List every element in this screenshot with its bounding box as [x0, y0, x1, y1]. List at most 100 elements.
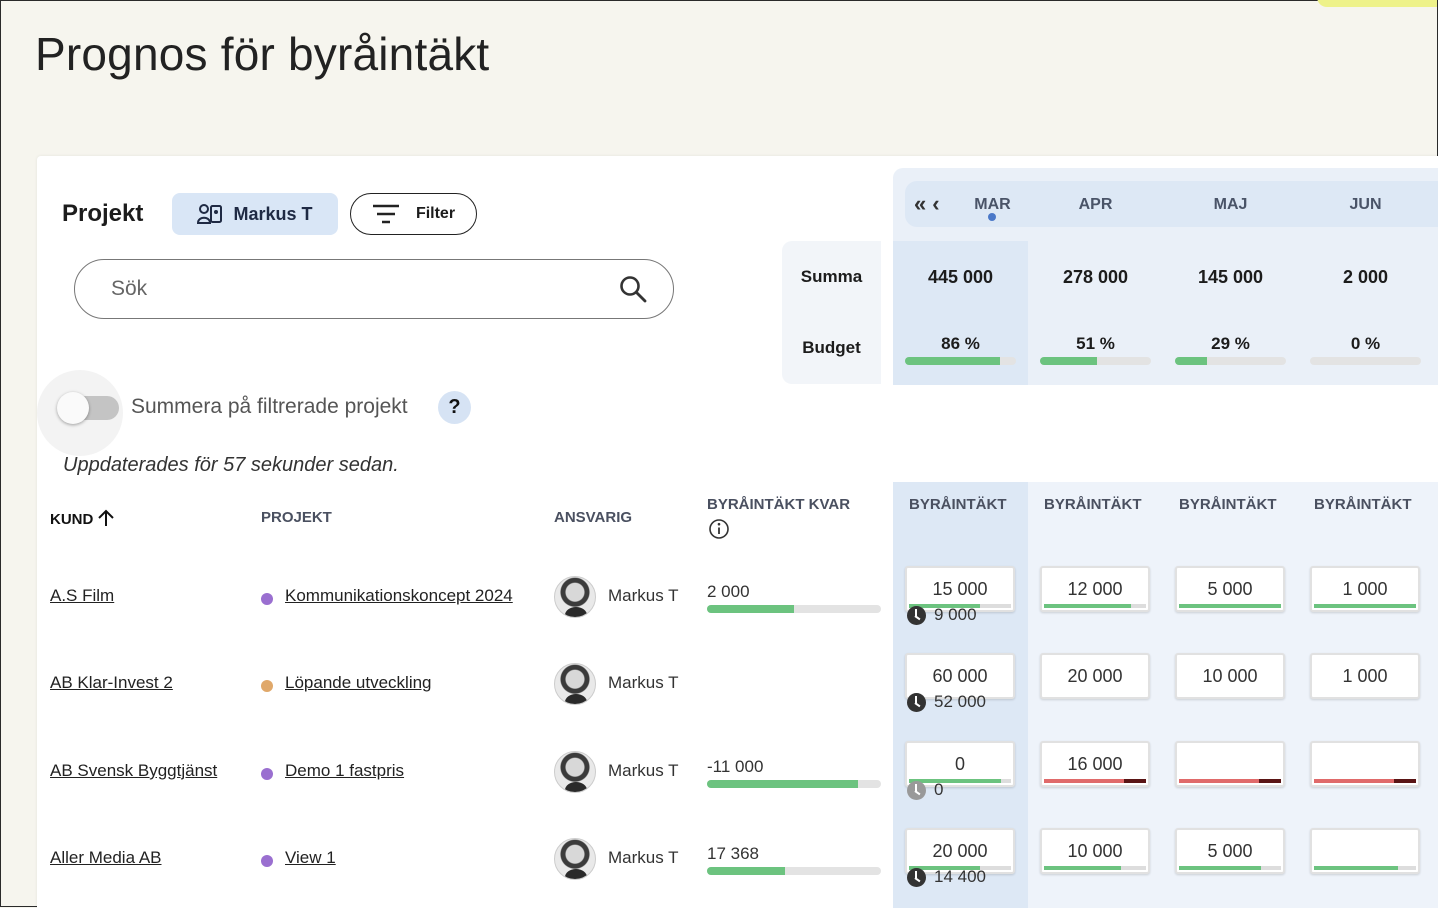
toggle-label: Summera på filtrerade projekt	[131, 395, 408, 418]
month-input-bar	[1044, 779, 1146, 783]
budget-pct-apr: 51 %	[1076, 334, 1115, 353]
header-byraintakt-maj: BYRÅINTÄKT	[1179, 496, 1277, 513]
month-jun[interactable]: JUN	[1298, 196, 1433, 214]
budget-pct-mar: 86 %	[941, 334, 980, 353]
summa-jun: 2 000	[1342, 267, 1389, 287]
header-kund-label: KUND	[50, 511, 94, 528]
month-input[interactable]: 16 000	[1040, 741, 1150, 787]
filter-button[interactable]: Filter	[350, 193, 477, 235]
toggle-knob	[57, 392, 89, 424]
header-kund[interactable]: KUND	[50, 509, 114, 528]
month-input-bar	[1314, 866, 1416, 870]
month-input[interactable]: 1 000	[1310, 566, 1420, 612]
corner-accent	[1317, 0, 1437, 7]
row-kvar-value: 17 368	[707, 844, 759, 863]
avatar	[554, 663, 596, 705]
month-input-bar	[1044, 866, 1146, 870]
filter-icon	[372, 204, 399, 224]
row-projekt-link[interactable]: Demo 1 fastpris	[285, 761, 404, 781]
budget-pct-maj: 29 %	[1211, 334, 1250, 353]
month-input-bar	[1314, 604, 1416, 608]
info-icon[interactable]	[708, 518, 730, 540]
user-card-icon	[197, 204, 223, 224]
row-kund-link[interactable]: Aller Media AB	[50, 848, 162, 868]
month-input[interactable]: 1 000	[1310, 653, 1420, 699]
month-input-bar	[1179, 779, 1281, 783]
project-status-dot	[261, 768, 273, 780]
row-actual-value: 52 000	[934, 692, 986, 711]
project-status-dot	[261, 593, 273, 605]
month-input[interactable]: 10 000	[1040, 828, 1150, 874]
row-actual-value: 0	[934, 780, 944, 799]
summa-apr: 278 000	[1062, 267, 1129, 287]
month-apr[interactable]: APR	[1028, 196, 1163, 214]
current-month-dot	[988, 213, 996, 221]
budget-label: Budget	[802, 338, 861, 357]
row-actual: 0	[907, 780, 943, 800]
month-input[interactable]: 5 000	[1175, 828, 1285, 874]
month-maj[interactable]: MAJ	[1163, 196, 1298, 214]
help-icon[interactable]: ?	[438, 391, 471, 424]
row-ansvarig: Markus T	[608, 673, 679, 692]
row-actual: 52 000	[907, 692, 986, 712]
summary-labels: Summa Budget	[782, 241, 881, 384]
month-input[interactable]: 12 000	[1040, 566, 1150, 612]
avatar	[554, 576, 596, 618]
row-actual: 14 400	[907, 867, 986, 887]
row-kund-link[interactable]: AB Svensk Byggtjänst	[50, 761, 217, 781]
row-ansvarig: Markus T	[608, 848, 679, 867]
header-projekt[interactable]: PROJEKT	[261, 509, 332, 526]
row-kvar-value: -11 000	[707, 757, 764, 776]
row-kvar-value: 2 000	[707, 582, 750, 601]
row-ansvarig: Markus T	[608, 586, 679, 605]
row-kund-link[interactable]: AB Klar-Invest 2	[50, 673, 173, 693]
filter-label: Filter	[415, 205, 456, 222]
budget-bar-apr	[1040, 357, 1151, 365]
user-filter-chip[interactable]: Markus T	[172, 193, 338, 235]
header-kvar[interactable]: BYRÅINTÄKT KVAR	[707, 496, 850, 513]
header-byraintakt-mar: BYRÅINTÄKT	[909, 496, 1007, 513]
project-status-dot	[261, 855, 273, 867]
summa-maj: 145 000	[1197, 267, 1264, 287]
row-kvar-bar	[707, 780, 881, 788]
clock-icon	[907, 780, 926, 800]
header-ansvarig[interactable]: ANSVARIG	[554, 509, 632, 526]
row-kvar-bar	[707, 605, 881, 613]
user-filter-label: Markus T	[233, 203, 313, 224]
budget-bar-mar	[905, 357, 1016, 365]
header-byraintakt-apr: BYRÅINTÄKT	[1044, 496, 1142, 513]
row-projekt-link[interactable]: Löpande utveckling	[285, 673, 432, 693]
row-kvar-bar	[707, 867, 881, 875]
budget-bar-maj	[1175, 357, 1286, 365]
search-input[interactable]	[109, 276, 619, 302]
search-box	[74, 259, 674, 319]
month-input[interactable]	[1310, 741, 1420, 787]
row-kund-link[interactable]: A.S Film	[50, 586, 114, 606]
budget-bar-jun	[1310, 357, 1421, 365]
header-byraintakt-jun: BYRÅINTÄKT	[1314, 496, 1412, 513]
row-actual-value: 9 000	[934, 605, 977, 624]
avatar	[554, 838, 596, 880]
summa-mar: 445 000	[927, 267, 994, 287]
clock-icon	[907, 692, 926, 712]
budget-pct-jun: 0 %	[1350, 334, 1381, 353]
search-icon[interactable]	[619, 275, 647, 303]
row-projekt-link[interactable]: View 1	[285, 848, 336, 868]
month-input-bar	[1179, 866, 1281, 870]
row-projekt-link[interactable]: Kommunikationskoncept 2024	[285, 586, 513, 606]
summarize-toggle[interactable]	[57, 392, 119, 424]
updated-text: Uppdaterades för 57 sekunder sedan.	[63, 454, 399, 476]
summa-label: Summa	[800, 267, 863, 286]
clock-icon	[907, 867, 926, 887]
month-input[interactable]	[1175, 741, 1285, 787]
row-ansvarig: Markus T	[608, 761, 679, 780]
month-input[interactable]: 5 000	[1175, 566, 1285, 612]
arrow-up-icon	[97, 509, 114, 526]
month-input[interactable]: 10 000	[1175, 653, 1285, 699]
month-input-bar	[1179, 604, 1281, 608]
projekt-label: Projekt	[62, 200, 144, 227]
row-actual: 9 000	[907, 605, 977, 625]
month-input[interactable]	[1310, 828, 1420, 874]
month-input[interactable]: 20 000	[1040, 653, 1150, 699]
page-title: Prognos för byråintäkt	[35, 28, 490, 80]
